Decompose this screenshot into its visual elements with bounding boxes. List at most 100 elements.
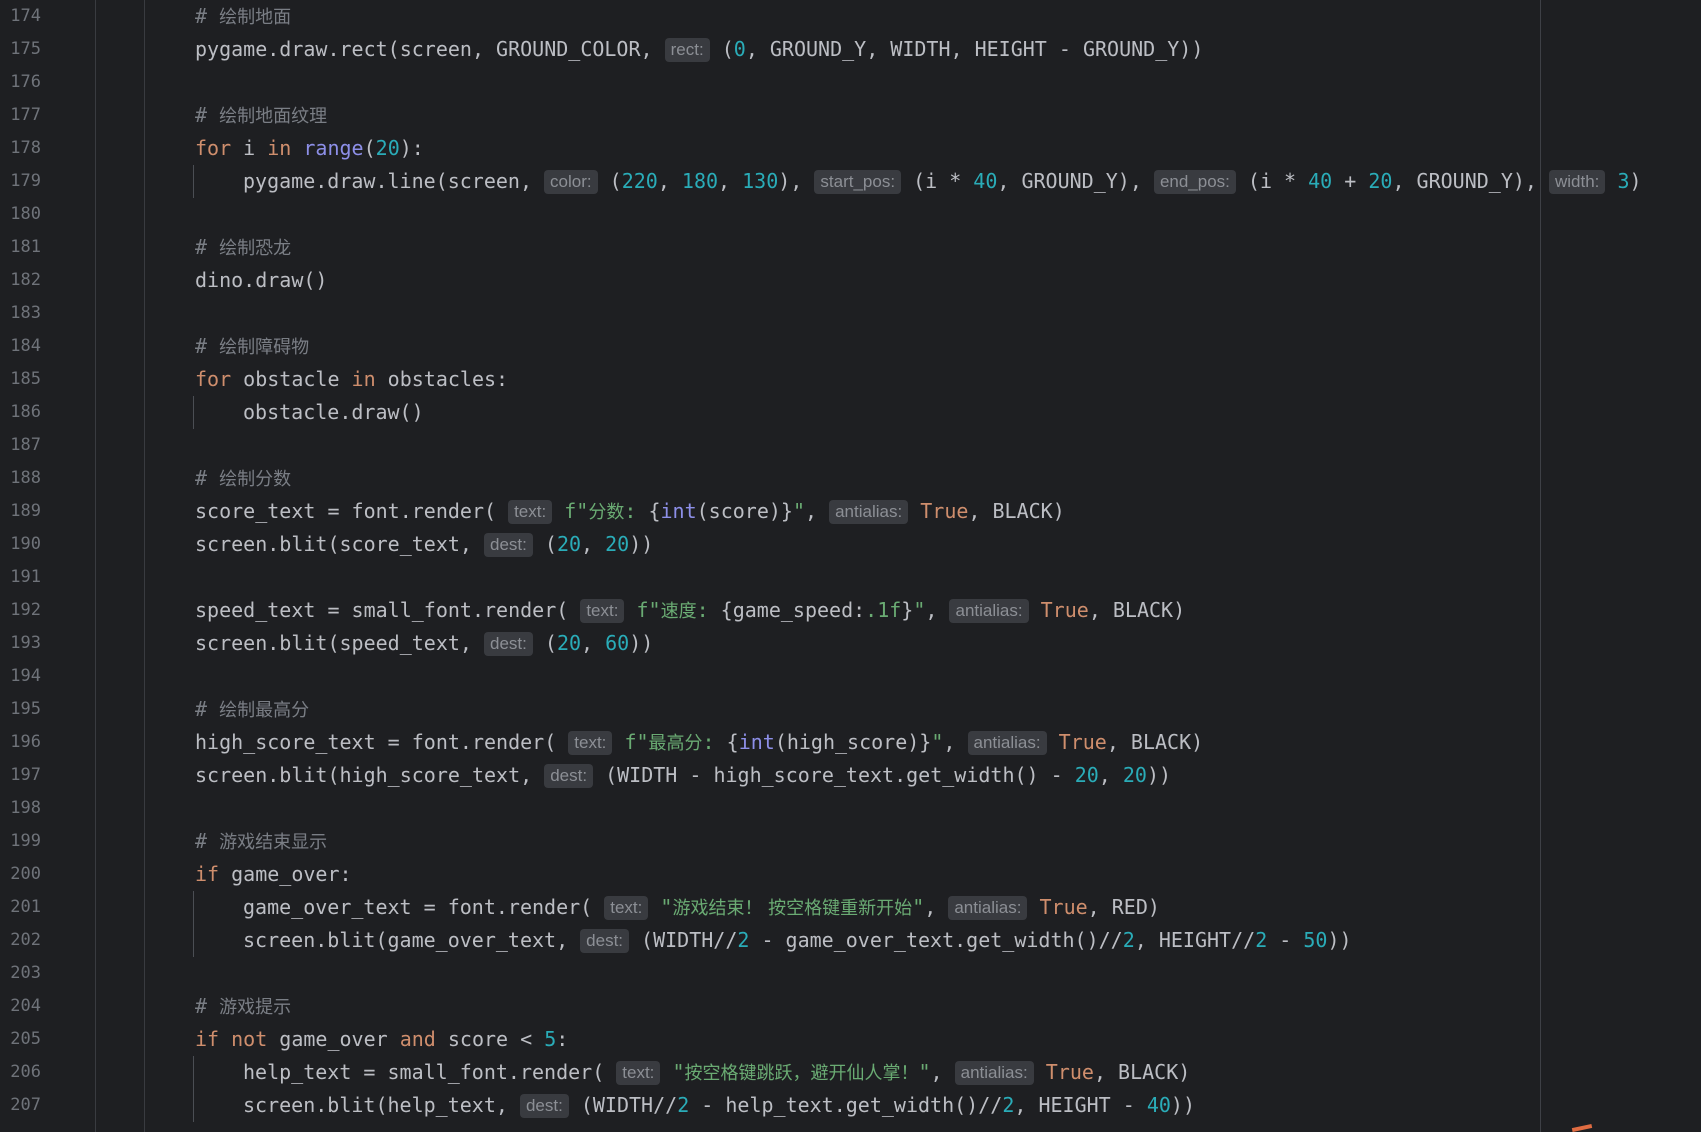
code-token: 20 xyxy=(556,631,582,655)
code-token: 绘制分数 xyxy=(219,469,292,490)
code-token: i xyxy=(231,136,268,160)
code-text: obstacle.draw() xyxy=(243,396,424,429)
code-token: : xyxy=(556,1027,569,1051)
code-line[interactable]: 188 # 绘制分数 xyxy=(0,462,1701,495)
code-token: 5 xyxy=(544,1027,557,1051)
code-editor[interactable]: 174 # 绘制地面 175 pygame.draw.rect(screen, GRO… xyxy=(0,0,1701,1122)
code-token: 40 xyxy=(1308,169,1333,193)
line-number: 188 xyxy=(10,468,41,488)
code-line[interactable]: 196 high_score_text = font.render( text: … xyxy=(0,726,1701,759)
code-token: - xyxy=(1267,928,1304,952)
code-line[interactable]: 179 pygame.draw.line(screen, color: (220,… xyxy=(0,165,1701,198)
code-line[interactable]: 186 obstacle.draw() xyxy=(0,396,1701,429)
code-line[interactable]: 180 xyxy=(0,198,1701,231)
code-token: 130 xyxy=(742,169,779,193)
parameter-hint: width: xyxy=(1549,170,1606,194)
code-line[interactable]: 177 # 绘制地面纹理 xyxy=(0,99,1701,132)
code-line[interactable]: 206 help_text = small_font.render( text: … xyxy=(0,1056,1701,1089)
code-line[interactable]: 178 for i in range(20): xyxy=(0,132,1701,165)
code-token: 绘制地面纹理 xyxy=(219,106,328,127)
code-token: (score)} xyxy=(696,499,793,523)
code-line[interactable]: 198 xyxy=(0,792,1701,825)
code-line[interactable]: 192 speed_text = small_font.render( text:… xyxy=(0,594,1701,627)
code-token: )) xyxy=(1170,1093,1195,1117)
line-number: 191 xyxy=(10,567,41,587)
line-number: 197 xyxy=(10,765,41,785)
code-token: , xyxy=(930,1060,955,1084)
code-text: # 绘制分数 xyxy=(195,462,291,496)
code-line[interactable]: 197 screen.blit(high_score_text, dest: (W… xyxy=(0,759,1701,792)
code-line[interactable]: 205 if not game_over and score < 5: xyxy=(0,1023,1701,1056)
line-number: 207 xyxy=(10,1095,41,1115)
code-line[interactable]: 184 # 绘制障碍物 xyxy=(0,330,1701,363)
code-line[interactable]: 204 # 游戏提示 xyxy=(0,990,1701,1023)
code-token: True xyxy=(1045,1060,1094,1084)
parameter-hint: dest: xyxy=(580,929,630,953)
parameter-hint: antialias: xyxy=(967,731,1047,755)
code-token: screen.blit(speed_text, xyxy=(195,631,484,655)
parameter-hint: antialias: xyxy=(829,500,909,524)
code-token: 游戏结束显示 xyxy=(219,832,328,853)
line-number: 190 xyxy=(10,534,41,554)
code-line[interactable]: 193 screen.blit(speed_text, dest: (20, 60… xyxy=(0,627,1701,660)
code-token: 60 xyxy=(605,631,630,655)
code-text: pygame.draw.line(screen, color: (220, 18… xyxy=(243,165,1642,198)
code-token: , xyxy=(924,895,949,919)
code-token: True xyxy=(1040,598,1089,622)
code-token: obstacle xyxy=(231,367,352,391)
code-line[interactable]: 181 # 绘制恐龙 xyxy=(0,231,1701,264)
code-token: 20 xyxy=(1074,763,1099,787)
code-line[interactable]: 199 # 游戏结束显示 xyxy=(0,825,1701,858)
code-token: True xyxy=(1039,895,1088,919)
code-token: 20 xyxy=(605,532,630,556)
code-token: , HEIGHT// xyxy=(1134,928,1256,952)
code-token: 绘制最高分 xyxy=(219,700,310,721)
code-token: game_over xyxy=(267,1027,400,1051)
code-line[interactable]: 201 game_over_text = font.render( text: "… xyxy=(0,891,1701,924)
code-line[interactable]: 187 xyxy=(0,429,1701,462)
code-line[interactable]: 176 xyxy=(0,66,1701,99)
parameter-hint: text: xyxy=(604,896,649,920)
code-text: if game_over: xyxy=(195,858,352,891)
code-token: " xyxy=(660,895,673,919)
code-line[interactable]: 182 dino.draw() xyxy=(0,264,1701,297)
code-line[interactable]: 189 score_text = font.render( text: f"分数:… xyxy=(0,495,1701,528)
code-line[interactable]: 175 pygame.draw.rect(screen, GROUND_COLOR… xyxy=(0,33,1701,66)
code-token: f" xyxy=(564,499,589,523)
code-token: , HEIGHT - xyxy=(1014,1093,1147,1117)
code-token: game_over_text = font.render( xyxy=(243,895,605,919)
code-line[interactable]: 191 xyxy=(0,561,1701,594)
code-token: 180 xyxy=(681,169,719,193)
code-line[interactable]: 194 xyxy=(0,660,1701,693)
code-line[interactable]: 185 for obstacle in obstacles: xyxy=(0,363,1701,396)
code-token: 游戏结束！ 按空格键重新开始 xyxy=(672,898,913,919)
code-line[interactable]: 202 screen.blit(game_over_text, dest: (WI… xyxy=(0,924,1701,957)
code-token: # xyxy=(195,235,220,259)
code-line[interactable]: 207 screen.blit(help_text, dest: (WIDTH//… xyxy=(0,1089,1701,1122)
line-number: 181 xyxy=(10,237,41,257)
code-token: , BLACK) xyxy=(1106,730,1204,754)
code-line[interactable]: 195 # 绘制最高分 xyxy=(0,693,1701,726)
code-line[interactable]: 174 # 绘制地面 xyxy=(0,0,1701,33)
code-line[interactable]: 190 screen.blit(score_text, dest: (20, 20… xyxy=(0,528,1701,561)
code-token: # xyxy=(195,697,220,721)
code-token: (WIDTH// xyxy=(629,928,738,952)
code-line[interactable]: 200 if game_over: xyxy=(0,858,1701,891)
code-text: for obstacle in obstacles: xyxy=(195,363,508,396)
code-token: 绘制地面 xyxy=(219,7,292,28)
parameter-hint: antialias: xyxy=(948,896,1028,920)
code-text: pygame.draw.rect(screen, GROUND_COLOR, r… xyxy=(195,33,1203,66)
code-token: 最高分 xyxy=(648,733,703,754)
code-line[interactable]: 183 xyxy=(0,297,1701,330)
code-token: 0 xyxy=(733,37,746,61)
code-token: 20 xyxy=(556,532,582,556)
code-token: , xyxy=(943,730,968,754)
code-text: # 绘制地面 xyxy=(195,0,291,34)
line-number: 193 xyxy=(10,633,41,653)
code-line[interactable]: 203 xyxy=(0,957,1701,990)
code-token: int xyxy=(738,730,775,754)
code-token: screen.blit(high_score_text, xyxy=(195,763,545,787)
